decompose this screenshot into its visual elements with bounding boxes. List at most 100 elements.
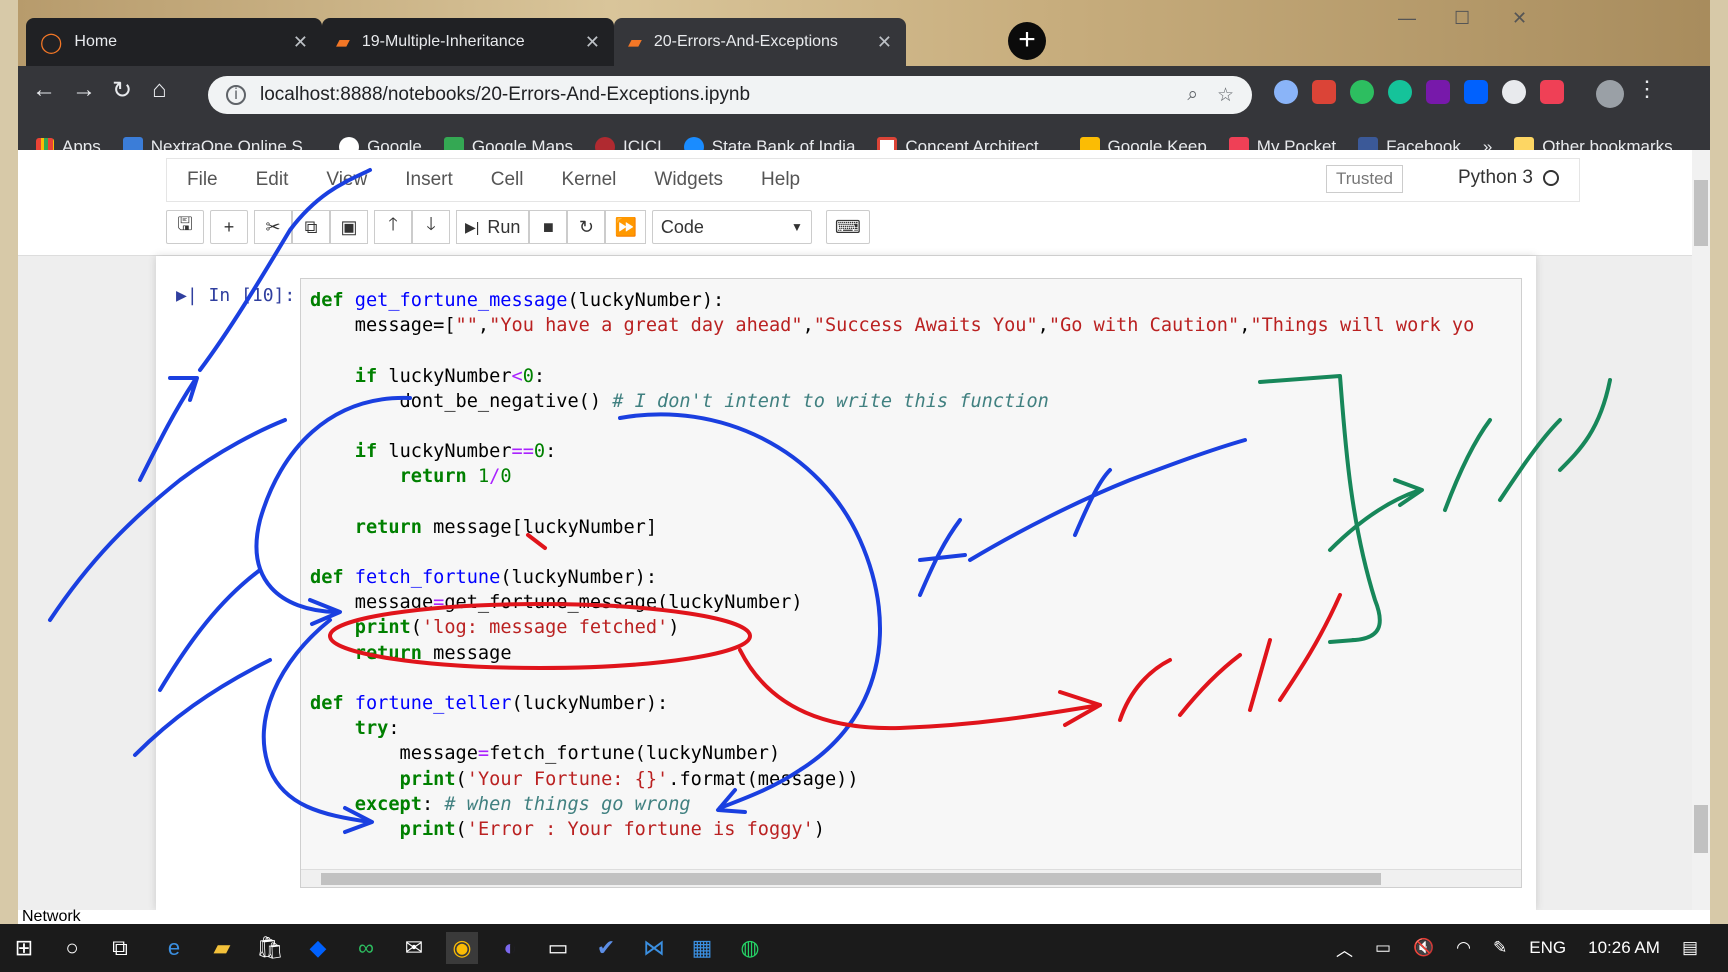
code-line[interactable]: def get_fortune_message(luckyNumber): xyxy=(310,288,1474,313)
code-cell[interactable]: def get_fortune_message(luckyNumber): me… xyxy=(300,278,1522,888)
info-icon[interactable]: i xyxy=(226,85,246,105)
language-indicator[interactable]: ENG xyxy=(1529,938,1566,958)
close-icon[interactable]: ✕ xyxy=(877,32,892,53)
page-scrollbar[interactable] xyxy=(1692,150,1710,910)
scrollbar-thumb[interactable] xyxy=(1694,805,1708,853)
code-line[interactable]: def fortune_teller(luckyNumber): xyxy=(310,691,1474,716)
code-line[interactable]: try: xyxy=(310,716,1474,741)
new-tab-button[interactable]: + xyxy=(1008,22,1046,60)
code-line[interactable]: return 1/0 xyxy=(310,464,1474,489)
menu-edit[interactable]: Edit xyxy=(237,169,308,191)
infinity-app-icon[interactable]: ∞ xyxy=(350,932,382,964)
code-line[interactable]: if luckyNumber<0: xyxy=(310,364,1474,389)
cell-type-select[interactable]: Code ▼ xyxy=(651,210,812,244)
move-down-icon[interactable]: 🡓 xyxy=(412,210,450,244)
keyboard-icon[interactable]: ⌨ xyxy=(825,210,870,244)
tab-home[interactable]: ◯ Home ✕ xyxy=(26,18,322,66)
save-button[interactable]: 🖫 xyxy=(166,210,204,244)
menu-kernel[interactable]: Kernel xyxy=(542,169,635,191)
code-line[interactable]: def fetch_fortune(luckyNumber): xyxy=(310,565,1474,590)
volume-muted-icon[interactable]: 🔇 xyxy=(1413,938,1434,958)
evernote-icon[interactable] xyxy=(1350,80,1374,104)
store-icon[interactable]: 🛍 xyxy=(254,932,286,964)
wifi-icon[interactable]: ◠ xyxy=(1456,938,1471,958)
file-explorer-icon[interactable]: ▰ xyxy=(206,932,238,964)
code-editor[interactable]: def get_fortune_message(luckyNumber): me… xyxy=(310,288,1474,842)
code-line[interactable] xyxy=(310,490,1474,515)
code-line[interactable]: message=get_fortune_message(luckyNumber) xyxy=(310,590,1474,615)
code-line[interactable]: message=["","You have a great day ahead"… xyxy=(310,313,1475,338)
home-icon[interactable]: ⌂ xyxy=(152,76,167,104)
terminal-icon[interactable]: ▭ xyxy=(542,932,574,964)
back-icon[interactable]: ← xyxy=(32,76,56,104)
pen-icon[interactable]: ✎ xyxy=(1493,938,1507,958)
code-line[interactable]: message=fetch_fortune(luckyNumber) xyxy=(310,741,1474,766)
address-bar[interactable]: i localhost:8888/notebooks/20-Errors-And… xyxy=(208,76,1252,114)
star-icon[interactable]: ☆ xyxy=(1217,84,1234,107)
menu-help[interactable]: Help xyxy=(742,169,819,191)
code-line[interactable]: except: # when things go wrong xyxy=(310,792,1474,817)
whatsapp-icon[interactable]: ◍ xyxy=(734,932,766,964)
more-icon[interactable]: ⋮ xyxy=(1636,76,1658,102)
code-line[interactable] xyxy=(310,338,1474,363)
trusted-indicator[interactable]: Trusted xyxy=(1325,165,1403,193)
restart-run-all-icon[interactable]: ⏩ xyxy=(605,210,646,244)
close-window-icon[interactable]: ✕ xyxy=(1512,8,1527,29)
maximize-icon[interactable]: ☐ xyxy=(1454,8,1470,29)
dropbox-icon[interactable]: ◆ xyxy=(302,932,334,964)
onenote-icon[interactable] xyxy=(1426,80,1450,104)
windows-start-icon[interactable]: ⊞ xyxy=(8,932,40,964)
pocket-extension-icon[interactable] xyxy=(1540,80,1564,104)
vscode-icon[interactable]: ⋈ xyxy=(638,932,670,964)
search-icon[interactable]: ○ xyxy=(56,932,88,964)
menu-view[interactable]: View xyxy=(307,169,386,191)
close-icon[interactable]: ✕ xyxy=(293,32,308,53)
reload-icon[interactable]: ↻ xyxy=(112,76,132,105)
avatar[interactable] xyxy=(1596,80,1624,108)
app-icon[interactable]: ◐ xyxy=(494,932,526,964)
scrollbar-thumb[interactable] xyxy=(1694,180,1708,246)
clock[interactable]: 10:26 AM xyxy=(1588,938,1660,958)
grammarly-icon[interactable] xyxy=(1388,80,1412,104)
code-line[interactable]: print('log: message fetched') xyxy=(310,615,1474,640)
restart-icon[interactable]: ↻ xyxy=(567,210,606,244)
zoom-icon[interactable]: ⌕ xyxy=(1187,84,1198,106)
cut-icon[interactable]: ✂ xyxy=(254,210,292,244)
horizontal-scrollbar[interactable] xyxy=(301,869,1521,887)
app-icon[interactable]: ✔ xyxy=(590,932,622,964)
insert-cell-button[interactable]: + xyxy=(210,210,248,244)
extension-icon[interactable] xyxy=(1274,80,1298,104)
run-cell-icon[interactable]: ▶| xyxy=(176,285,198,306)
copy-icon[interactable]: ⧉ xyxy=(292,210,330,244)
menu-cell[interactable]: Cell xyxy=(472,169,543,191)
code-line[interactable]: return message[luckyNumber] xyxy=(310,515,1474,540)
task-view-icon[interactable]: ⧉ xyxy=(104,932,136,964)
menu-insert[interactable]: Insert xyxy=(386,169,472,191)
code-line[interactable]: dont_be_negative() # I don't intent to w… xyxy=(310,389,1474,414)
run-button[interactable]: ▶| Run xyxy=(456,210,530,244)
notifications-icon[interactable]: ▤ xyxy=(1682,938,1698,958)
tab-errors-and-exceptions[interactable]: ▰ 20-Errors-And-Exceptions ✕ xyxy=(614,18,906,66)
gmail-extension-icon[interactable] xyxy=(1312,80,1336,104)
paste-icon[interactable]: ▣ xyxy=(330,210,368,244)
edge-icon[interactable]: e xyxy=(158,932,190,964)
code-line[interactable]: print('Error : Your fortune is foggy') xyxy=(310,817,1474,842)
move-up-icon[interactable]: 🡑 xyxy=(374,210,412,244)
code-line[interactable]: if luckyNumber==0: xyxy=(310,439,1474,464)
minimize-icon[interactable]: — xyxy=(1398,8,1416,29)
forward-icon[interactable]: → xyxy=(72,76,96,104)
extension-icon[interactable] xyxy=(1502,80,1526,104)
code-line[interactable]: print('Your Fortune: {}'.format(message)… xyxy=(310,767,1474,792)
dropbox-icon[interactable] xyxy=(1464,80,1488,104)
menu-widgets[interactable]: Widgets xyxy=(635,169,742,191)
code-line[interactable] xyxy=(310,540,1474,565)
menu-file[interactable]: File xyxy=(167,169,237,191)
app-icon[interactable]: ▦ xyxy=(686,932,718,964)
chevron-up-icon[interactable]: ︿ xyxy=(1336,936,1353,961)
interrupt-icon[interactable]: ■ xyxy=(529,210,568,244)
code-line[interactable] xyxy=(310,666,1474,691)
battery-icon[interactable]: ▭ xyxy=(1375,938,1391,958)
scrollbar-thumb[interactable] xyxy=(321,873,1381,885)
close-icon[interactable]: ✕ xyxy=(585,32,600,53)
code-line[interactable] xyxy=(310,414,1474,439)
